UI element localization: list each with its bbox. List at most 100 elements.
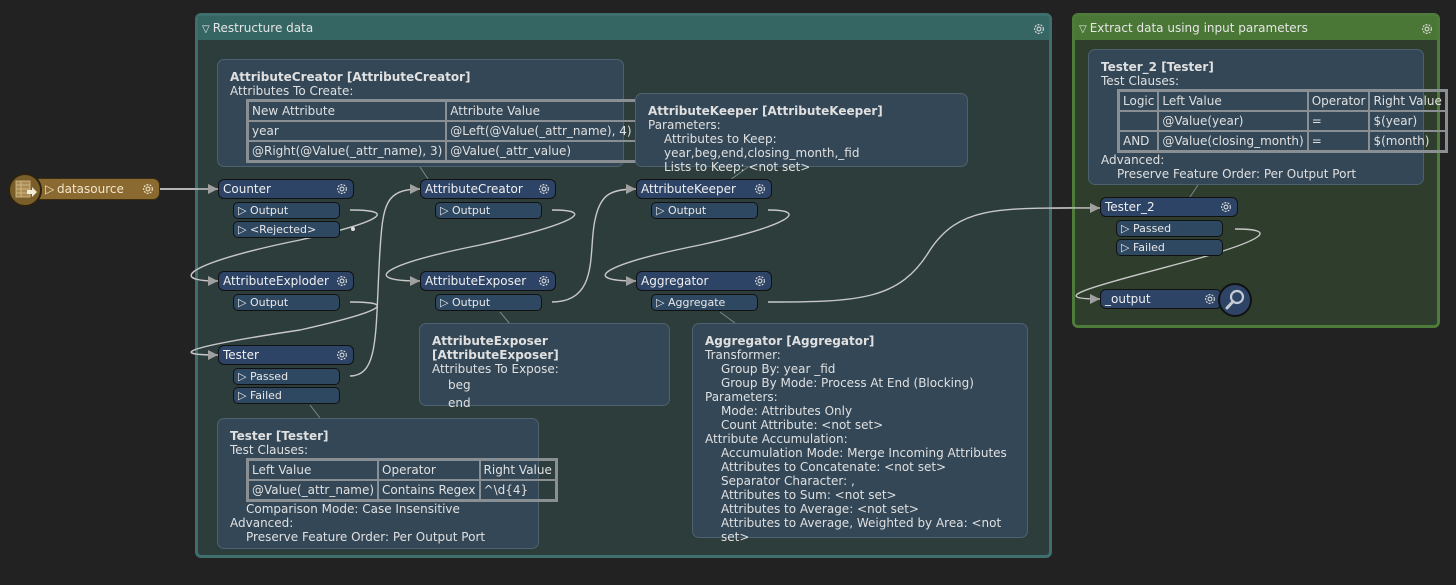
table-cell: @Value(closing_month) — [1158, 131, 1308, 151]
expand-triangle-icon[interactable]: ▷ — [656, 296, 668, 309]
gear-icon[interactable] — [537, 274, 551, 288]
table-header: Right Value — [1369, 91, 1446, 111]
port-name: Failed — [1132, 241, 1165, 254]
annotation-line: Attributes to Keep: year,beg,end,closing… — [664, 132, 860, 160]
port-name: <Rejected> — [249, 223, 317, 236]
annotation-title: AttributeKeeper [AttributeKeeper] — [648, 104, 883, 118]
transformer-aggregator[interactable]: Aggregator — [636, 271, 772, 291]
annotation-aggregator[interactable]: Aggregator [Aggregator] Transformer: Gro… — [692, 323, 1028, 544]
expand-triangle-icon[interactable]: ▷ — [656, 204, 668, 217]
expand-triangle-icon[interactable]: ▷ — [1121, 241, 1133, 254]
annotation-attributecreator[interactable]: AttributeCreator [AttributeCreator] Attr… — [217, 59, 638, 167]
annotation-line: Preserve Feature Order: Per Output Port — [246, 530, 486, 544]
expand-triangle-icon[interactable]: ▷ — [238, 204, 250, 217]
annotation-line: Mode: Attributes Only — [721, 404, 853, 418]
transformer-attributeexploder[interactable]: AttributeExploder — [218, 271, 354, 291]
table-header: New Attribute — [248, 101, 447, 121]
gear-icon[interactable] — [753, 274, 767, 288]
port-name: Output — [451, 204, 491, 217]
table-cell: $(month) — [1369, 131, 1446, 151]
failed-port[interactable]: ▷ Failed — [233, 387, 340, 404]
aggregate-port[interactable]: ▷ Aggregate — [651, 294, 758, 311]
transformer-counter[interactable]: Counter — [218, 179, 354, 199]
expand-triangle-icon[interactable]: ▷ — [440, 296, 452, 309]
gear-icon[interactable] — [1203, 292, 1217, 306]
gear-icon[interactable] — [335, 182, 349, 196]
magnifier-icon[interactable] — [1218, 283, 1252, 317]
output-port[interactable]: ▷ Output — [651, 202, 758, 219]
port-name: Output — [249, 296, 289, 309]
table-header-row: New Attribute Attribute Value — [248, 101, 636, 121]
transformer-attributecreator[interactable]: AttributeCreator — [420, 179, 556, 199]
transformer-attributeexposer[interactable]: AttributeExposer — [420, 271, 556, 291]
port-name: Passed — [1132, 222, 1172, 235]
annotation-line: Parameters: — [705, 390, 778, 404]
reader-name: datasource — [57, 182, 124, 196]
expand-triangle-icon[interactable]: ▷ — [440, 204, 452, 217]
expose-item: end — [448, 396, 471, 410]
expand-triangle-icon[interactable]: ▷ — [238, 370, 250, 383]
failed-port[interactable]: ▷ Failed — [1116, 239, 1223, 256]
gear-icon[interactable] — [141, 182, 155, 196]
table-cell: @Value(_attr_name) — [248, 480, 379, 500]
annotation-line: Attributes to Average, Weighted by Area:… — [721, 516, 1002, 544]
annotation-line: Parameters: — [648, 118, 721, 132]
table-reader-icon — [8, 173, 42, 207]
table-row: year @Left(@Value(_attr_name), 4) — [248, 121, 636, 141]
passed-port[interactable]: ▷ Passed — [1116, 220, 1223, 237]
rejected-port[interactable]: ▷ <Rejected> — [233, 221, 340, 238]
gear-icon[interactable] — [753, 182, 767, 196]
output-port[interactable]: ▷ Output — [233, 202, 340, 219]
annotation-line: Lists to Keep: <not set> — [664, 160, 811, 174]
table-cell: @Right(@Value(_attr_name), 3) — [248, 141, 447, 161]
table-header-row: Left Value Operator Right Value — [248, 460, 556, 480]
port-name: Aggregate — [667, 296, 726, 309]
transformer-output[interactable]: _output — [1100, 289, 1222, 309]
gear-icon[interactable] — [335, 348, 349, 362]
table-cell: ^\d{4} — [479, 480, 556, 500]
transformer-name: AttributeKeeper — [641, 182, 736, 196]
expand-triangle-icon[interactable]: ▷ — [238, 389, 250, 402]
passed-port[interactable]: ▷ Passed — [233, 368, 340, 385]
gear-icon[interactable] — [335, 274, 349, 288]
transformer-name: Counter — [223, 182, 271, 196]
expand-triangle-icon[interactable]: ▷ — [238, 296, 250, 309]
annotation-attributekeeper[interactable]: AttributeKeeper [AttributeKeeper] Parame… — [635, 93, 968, 174]
output-port[interactable]: ▷ Output — [233, 294, 340, 311]
gear-icon[interactable] — [1219, 200, 1233, 214]
annotation-attributeexposer[interactable]: AttributeExposer [AttributeExposer] Attr… — [419, 323, 670, 410]
reader-datasource[interactable]: ▷ datasource — [26, 178, 160, 200]
output-port[interactable]: ▷ Output — [435, 294, 542, 311]
annotation-title: Aggregator [Aggregator] — [705, 334, 875, 348]
annotation-subtitle: Attributes To Create: — [230, 84, 354, 98]
port-name: Output — [249, 204, 289, 217]
transformer-name: Aggregator — [641, 274, 709, 288]
transformer-tester[interactable]: Tester — [218, 345, 354, 365]
expand-triangle-icon[interactable]: ▷ — [45, 179, 54, 199]
table-cell: Contains Regex — [378, 480, 480, 500]
annotation-title: Tester_2 [Tester] — [1101, 60, 1214, 74]
rejected-port-dot — [351, 227, 355, 231]
annotation-tester[interactable]: Tester [Tester] Test Clauses: Left Value… — [217, 418, 558, 549]
table-row: @Right(@Value(_attr_name), 3) @Value(_at… — [248, 141, 636, 161]
annotation-tester-2[interactable]: Tester_2 [Tester] Test Clauses: Logic Le… — [1088, 49, 1448, 185]
expand-triangle-icon[interactable]: ▷ — [238, 223, 250, 236]
output-port[interactable]: ▷ Output — [435, 202, 542, 219]
expand-triangle-icon[interactable]: ▷ — [1121, 222, 1133, 235]
table-header: Left Value — [1158, 91, 1308, 111]
annotation-title: AttributeCreator [AttributeCreator] — [230, 70, 471, 84]
gear-icon[interactable] — [537, 182, 551, 196]
table-header: Operator — [378, 460, 480, 480]
table-cell: $(year) — [1369, 111, 1446, 131]
annotation-line: Separator Character: , — [721, 474, 855, 488]
transformer-name: AttributeExploder — [223, 274, 329, 288]
annotation-line: Attributes to Sum: <not set> — [721, 488, 897, 502]
annotation-line: Group By: year _fid — [721, 362, 836, 376]
transformer-attributekeeper[interactable]: AttributeKeeper — [636, 179, 772, 199]
table-row: @Value(year) = $(year) — [1119, 111, 1446, 131]
table-header: Left Value — [248, 460, 379, 480]
annotation-subtitle: Test Clauses: — [230, 443, 309, 457]
transformer-tester-2[interactable]: Tester_2 — [1100, 197, 1238, 217]
table-row: AND @Value(closing_month) = $(month) — [1119, 131, 1446, 151]
port-name: Output — [451, 296, 491, 309]
